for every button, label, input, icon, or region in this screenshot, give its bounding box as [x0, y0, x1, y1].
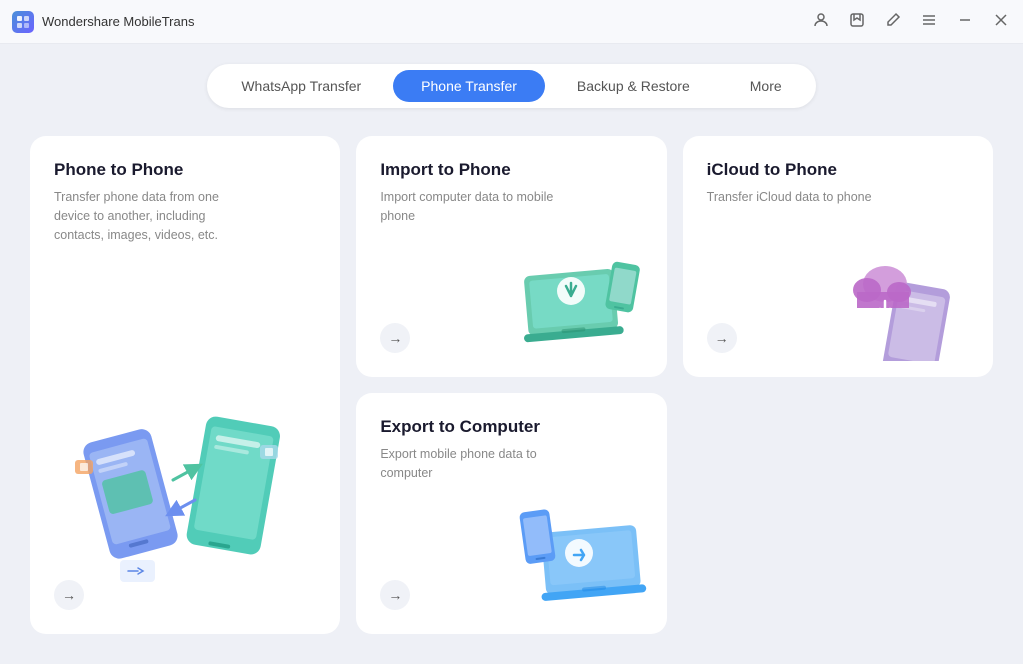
tab-whatsapp[interactable]: WhatsApp Transfer — [213, 70, 389, 102]
card-export-to-computer[interactable]: Export to Computer Export mobile phone d… — [356, 393, 666, 634]
titlebar: Wondershare MobileTrans — [0, 0, 1023, 44]
card-import-arrow[interactable]: → — [380, 323, 410, 353]
card-phone-to-phone-title: Phone to Phone — [54, 160, 316, 180]
card-phone-to-phone[interactable]: Phone to Phone Transfer phone data from … — [30, 136, 340, 634]
card-icloud-arrow[interactable]: → — [707, 323, 737, 353]
close-button[interactable] — [991, 10, 1011, 33]
card-import-to-phone[interactable]: Import to Phone Import computer data to … — [356, 136, 666, 377]
nav-tabs: WhatsApp Transfer Phone Transfer Backup … — [207, 64, 815, 108]
card-icloud-title: iCloud to Phone — [707, 160, 969, 180]
bookmark-icon[interactable] — [847, 10, 867, 33]
card-import-title: Import to Phone — [380, 160, 642, 180]
main-content: WhatsApp Transfer Phone Transfer Backup … — [0, 44, 1023, 664]
card-icloud-desc: Transfer iCloud data to phone — [707, 188, 907, 207]
titlebar-controls — [811, 10, 1011, 33]
cards-grid: Phone to Phone Transfer phone data from … — [30, 136, 993, 634]
icloud-illustration — [847, 241, 977, 361]
app-icon — [12, 11, 34, 33]
export-illustration — [511, 498, 651, 618]
import-illustration — [521, 241, 651, 361]
edit-icon[interactable] — [883, 10, 903, 33]
tab-backup[interactable]: Backup & Restore — [549, 70, 718, 102]
app-name: Wondershare MobileTrans — [42, 14, 194, 29]
card-export-arrow[interactable]: → — [380, 580, 410, 610]
minimize-button[interactable] — [955, 10, 975, 33]
phone-to-phone-illustration — [65, 390, 305, 590]
tab-more[interactable]: More — [722, 70, 810, 102]
card-phone-to-phone-desc: Transfer phone data from one device to a… — [54, 188, 254, 244]
card-export-desc: Export mobile phone data to computer — [380, 445, 580, 483]
card-icloud-to-phone[interactable]: iCloud to Phone Transfer iCloud data to … — [683, 136, 993, 377]
tab-phone[interactable]: Phone Transfer — [393, 70, 545, 102]
card-export-title: Export to Computer — [380, 417, 642, 437]
account-icon[interactable] — [811, 10, 831, 33]
titlebar-left: Wondershare MobileTrans — [12, 11, 194, 33]
menu-icon[interactable] — [919, 10, 939, 33]
card-import-desc: Import computer data to mobile phone — [380, 188, 580, 226]
